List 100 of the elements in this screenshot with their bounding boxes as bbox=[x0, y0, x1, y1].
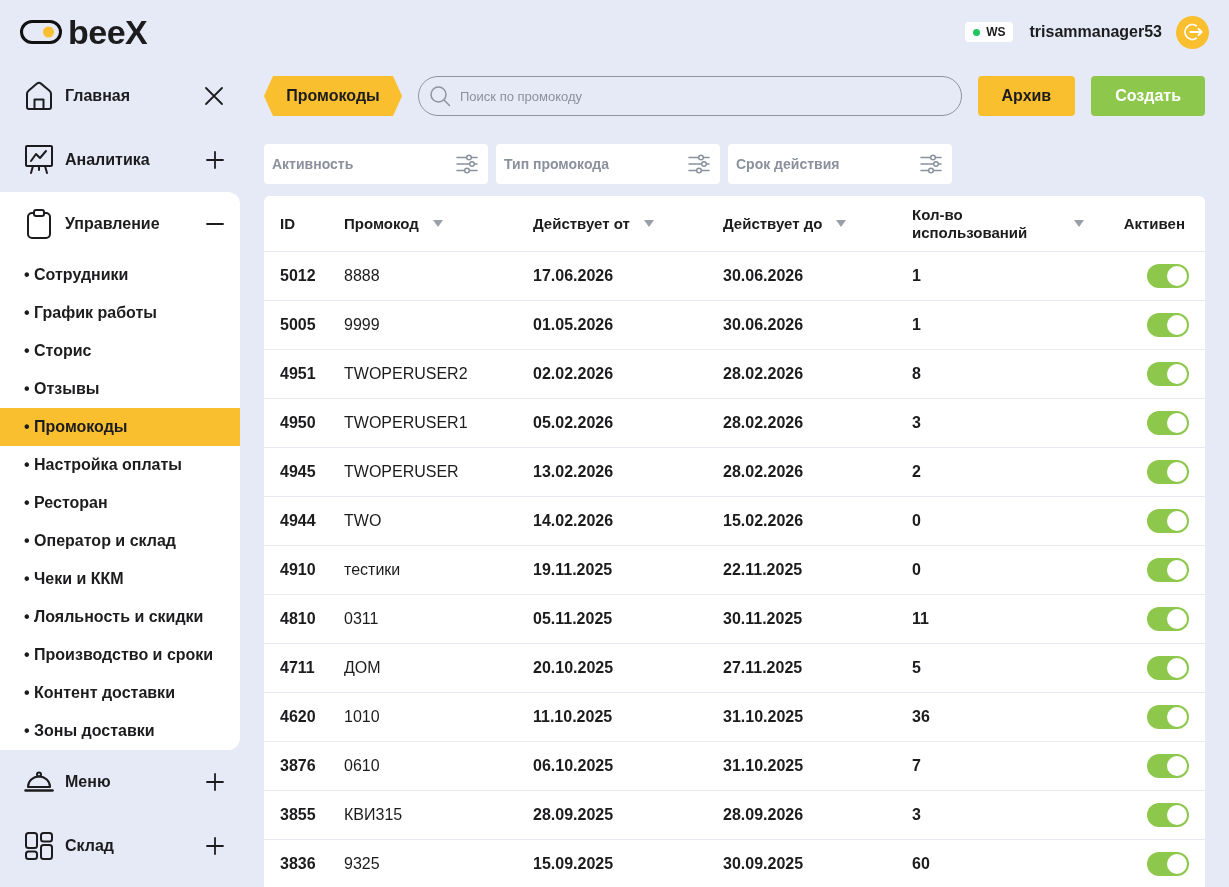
table-cell-text: 60 bbox=[912, 854, 930, 874]
plus-icon[interactable] bbox=[206, 837, 224, 855]
sort-caret-icon[interactable] bbox=[836, 220, 847, 227]
table-cell-text: 3836 bbox=[280, 854, 316, 874]
table-cell-text: 5005 bbox=[280, 315, 316, 335]
table-cell-text: 17.06.2026 bbox=[533, 266, 614, 286]
toggle-switch[interactable] bbox=[1147, 558, 1189, 582]
nav-subitem[interactable]: • Сторис bbox=[0, 332, 240, 370]
nav-item[interactable]: Управление bbox=[24, 204, 160, 244]
toggle-switch[interactable] bbox=[1147, 411, 1189, 435]
table-cell-text: 4950 bbox=[280, 413, 316, 433]
toggle-switch[interactable] bbox=[1147, 705, 1189, 729]
nav-subitem[interactable]: • График работы bbox=[0, 294, 240, 332]
table-cell-text: 4944 bbox=[280, 511, 316, 531]
grid-icon bbox=[24, 831, 54, 861]
table-cell-text: 30.09.2025 bbox=[723, 854, 804, 874]
table-cell-text: 36 bbox=[912, 707, 930, 727]
table-cell-text: 1 bbox=[912, 315, 921, 335]
logout-button[interactable] bbox=[1176, 15, 1209, 49]
table-cell-text: 4620 bbox=[280, 707, 316, 727]
table-cell-text: 30.06.2026 bbox=[723, 315, 804, 335]
table-cell-text: 0311 bbox=[344, 609, 379, 629]
table-cell-text: 0610 bbox=[344, 756, 380, 776]
plus-icon[interactable] bbox=[206, 773, 224, 791]
table-cell-text: 11 bbox=[912, 609, 929, 629]
home-icon bbox=[25, 81, 53, 111]
table-cell-text: ДОМ bbox=[344, 658, 381, 678]
nav-subitem[interactable]: • Промокоды bbox=[0, 408, 240, 446]
nav-subitem[interactable]: • Сотрудники bbox=[0, 256, 240, 294]
nav-subitem[interactable]: • Зоны доставки bbox=[0, 712, 240, 750]
table-cell-text: 20.10.2025 bbox=[533, 658, 614, 678]
table-cell-text: 0 bbox=[912, 511, 921, 531]
cloche-icon bbox=[24, 771, 54, 793]
table-cell-text: TWOPERUSER1 bbox=[344, 413, 468, 433]
nav-item[interactable]: Склад bbox=[24, 826, 114, 866]
table-cell-text: 11.10.2025 bbox=[533, 707, 613, 727]
table-cell-text: 8 bbox=[912, 364, 921, 384]
table-cell-text: 28.09.2026 bbox=[723, 805, 804, 825]
column-header: Действует от bbox=[533, 214, 631, 233]
presentation-chart-icon bbox=[24, 144, 54, 176]
toggle-switch[interactable] bbox=[1147, 852, 1189, 876]
connection-label: WS bbox=[986, 26, 1006, 38]
table-cell-text: 1 bbox=[912, 266, 921, 286]
table-cell-text: 9325 bbox=[344, 854, 380, 874]
table-cell-text: 02.02.2026 bbox=[533, 364, 614, 384]
table-cell-text: 9999 bbox=[344, 315, 380, 335]
username: trisammanager53 bbox=[1029, 22, 1162, 42]
nav-subitem[interactable]: • Отзывы bbox=[0, 370, 240, 408]
search-icon bbox=[429, 85, 451, 107]
table-cell-text: 27.11.2025 bbox=[723, 658, 803, 678]
nav-item[interactable]: Главная bbox=[24, 76, 131, 116]
toggle-switch[interactable] bbox=[1147, 803, 1189, 827]
nav-item[interactable]: Меню bbox=[24, 762, 111, 802]
sort-caret-icon[interactable] bbox=[432, 220, 443, 227]
section-tag: Промокоды bbox=[264, 76, 402, 116]
toggle-switch[interactable] bbox=[1147, 313, 1189, 337]
plus-icon[interactable] bbox=[206, 151, 224, 169]
table-cell-text: 22.11.2025 bbox=[723, 560, 803, 580]
toggle-switch[interactable] bbox=[1147, 460, 1189, 484]
table-cell-text: 3855 bbox=[280, 805, 316, 825]
table-cell-text: 05.02.2026 bbox=[533, 413, 614, 433]
column-header: Кол-во использований bbox=[912, 205, 1029, 242]
sliders-icon bbox=[688, 154, 710, 174]
toggle-switch[interactable] bbox=[1147, 607, 1189, 631]
toggle-switch[interactable] bbox=[1147, 754, 1189, 778]
nav-subitem[interactable]: • Производство и сроки bbox=[0, 636, 240, 674]
table-cell-text: 3 bbox=[912, 413, 921, 433]
toggle-switch[interactable] bbox=[1147, 264, 1189, 288]
table-cell-text: 30.11.2025 bbox=[723, 609, 803, 629]
table-cell-text: TWOPERUSER2 bbox=[344, 364, 468, 384]
table-cell-text: 14.02.2026 bbox=[533, 511, 614, 531]
nav-subitem[interactable]: • Настройка оплаты bbox=[0, 446, 240, 484]
nav-subitem[interactable]: • Оператор и склад bbox=[0, 522, 240, 560]
column-header: Действует до bbox=[723, 214, 824, 233]
table-cell-text: 5012 bbox=[280, 266, 316, 286]
search-field[interactable]: Поиск по промокоду bbox=[418, 76, 962, 116]
table-cell-text: 4810 bbox=[280, 609, 316, 629]
table-cell-text: 1010 bbox=[344, 707, 380, 727]
nav-subitem[interactable]: • Чеки и ККМ bbox=[0, 560, 240, 598]
table-cell-text: 19.11.2025 bbox=[533, 560, 613, 580]
table-cell-text: 13.02.2026 bbox=[533, 462, 614, 482]
toggle-switch[interactable] bbox=[1147, 509, 1189, 533]
nav-subitem[interactable]: • Контент доставки bbox=[0, 674, 240, 712]
action-button[interactable]: Архив bbox=[977, 76, 1076, 116]
toggle-switch[interactable] bbox=[1147, 362, 1189, 386]
close-icon[interactable] bbox=[204, 86, 224, 106]
toggle-switch[interactable] bbox=[1147, 656, 1189, 680]
nav-subitem[interactable]: • Ресторан bbox=[0, 484, 240, 522]
sliders-icon bbox=[456, 154, 478, 174]
table-cell-text: TWOPERUSER bbox=[344, 462, 459, 482]
sliders-icon bbox=[920, 154, 942, 174]
column-header: Активен bbox=[1123, 214, 1186, 233]
table-cell-text: 4910 bbox=[280, 560, 316, 580]
table-cell-text: 3876 bbox=[280, 756, 316, 776]
nav-item[interactable]: Аналитика bbox=[24, 140, 150, 180]
sort-caret-icon[interactable] bbox=[1074, 220, 1084, 227]
table-cell-text: 7 bbox=[912, 756, 921, 776]
nav-subitem[interactable]: • Лояльность и скидки bbox=[0, 598, 240, 636]
table-cell-text: 4711 bbox=[280, 658, 315, 678]
sort-caret-icon[interactable] bbox=[643, 220, 654, 227]
